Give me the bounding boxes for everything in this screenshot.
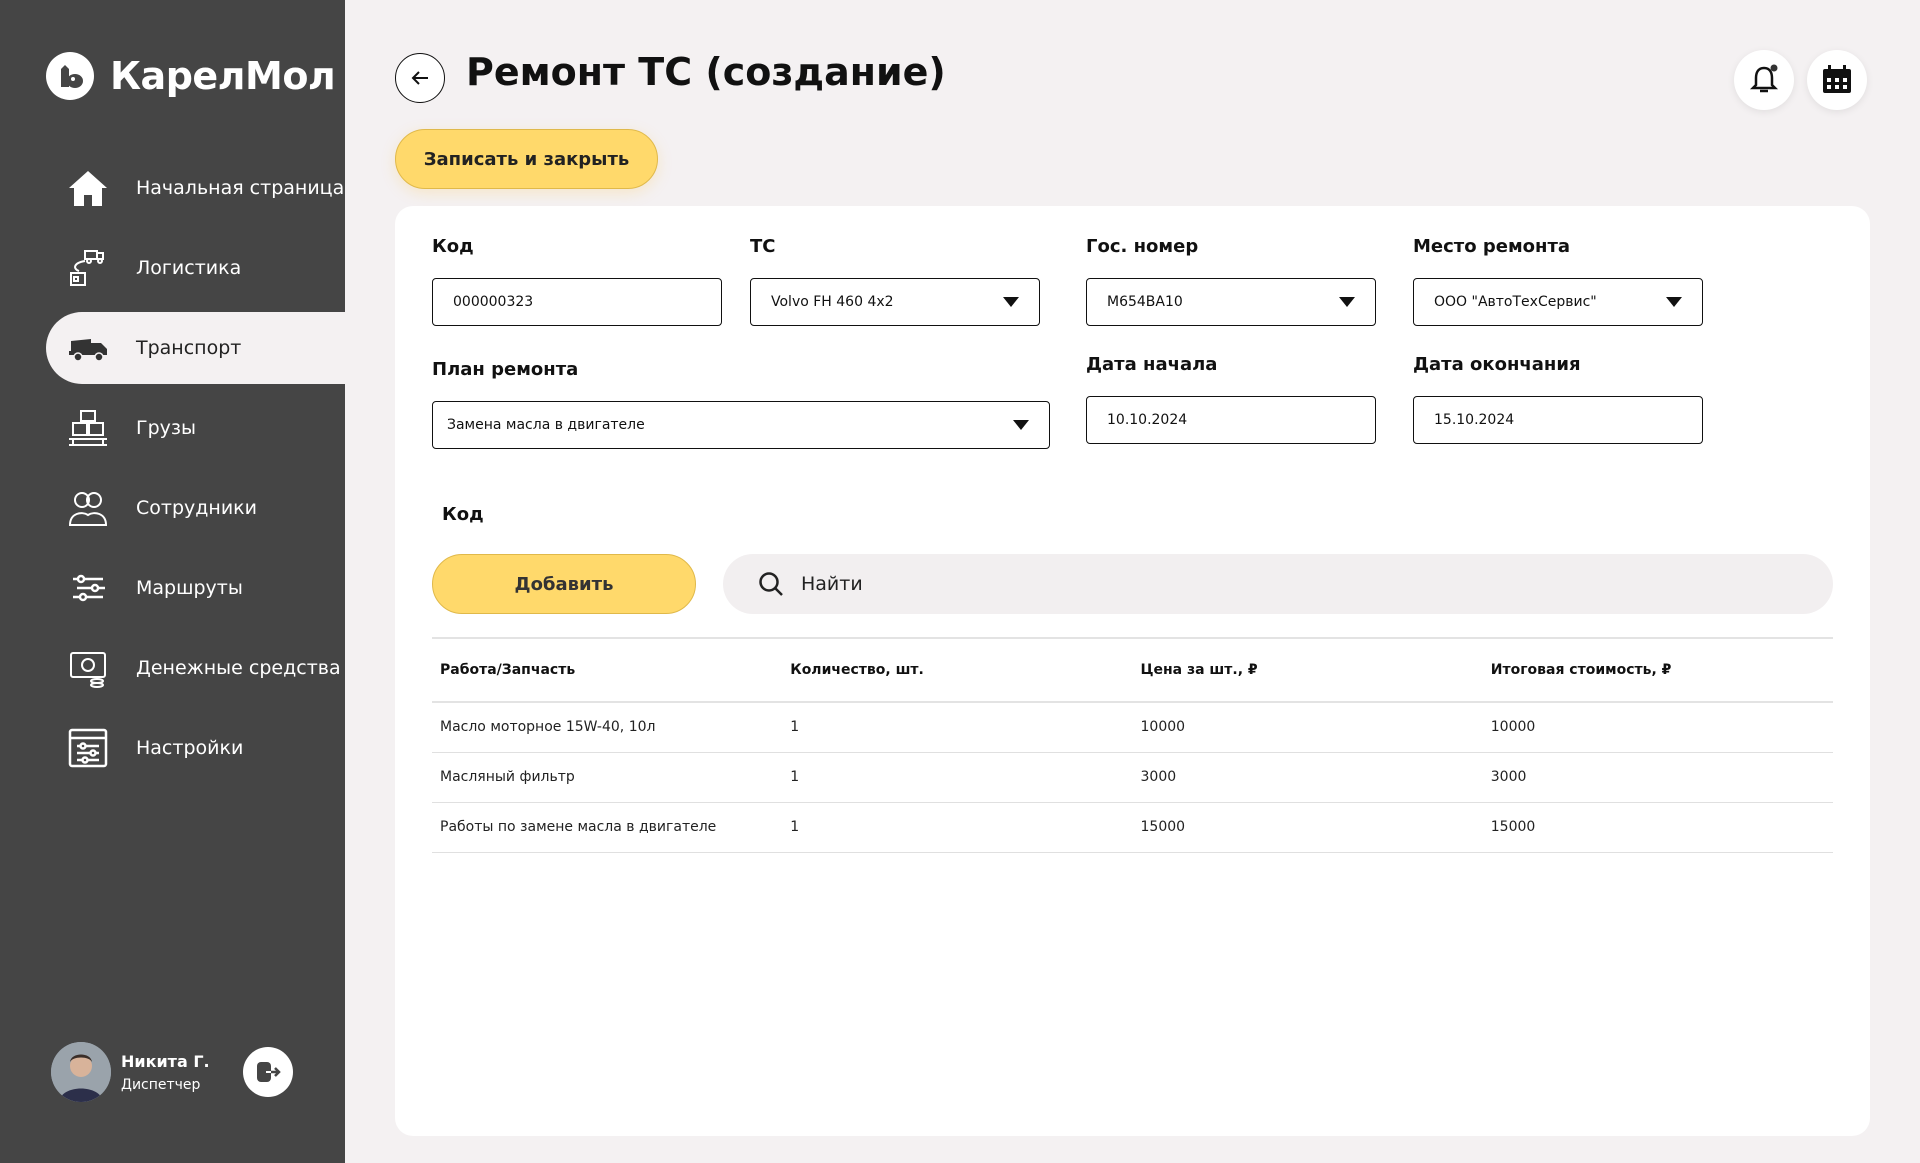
table-row[interactable]: Работы по замене масла в двигателе 1 150… (432, 802, 1833, 853)
table-cell: 3000 (1482, 752, 1833, 803)
employees-icon (66, 486, 110, 530)
sidebar-item-home[interactable]: Начальная страница (46, 152, 345, 224)
table-cell: 10000 (1482, 702, 1833, 753)
table-cell: Масляный фильтр (432, 752, 783, 803)
app-name: КарелМол (110, 54, 336, 98)
end-date-value: 15.10.2024 (1434, 412, 1515, 428)
logo[interactable]: КарелМол (46, 52, 336, 100)
table-cell: 15000 (1482, 802, 1833, 853)
items-section-title: Код (442, 504, 484, 525)
logistics-icon (66, 246, 110, 290)
table-cell: Работы по замене масла в двигателе (432, 802, 783, 853)
caret-down-icon (1003, 297, 1019, 307)
sidebar: КарелМол Начальная страница Логистика Тр… (0, 0, 345, 1163)
end-date-field[interactable]: 15.10.2024 (1413, 396, 1703, 444)
place-label: Место ремонта (1413, 236, 1571, 257)
start-date-value: 10.10.2024 (1107, 412, 1188, 428)
notifications-button[interactable] (1734, 50, 1794, 110)
sidebar-item-logistics[interactable]: Логистика (46, 232, 345, 304)
money-icon (66, 646, 110, 690)
vehicle-select[interactable]: Volvo FH 460 4x2 (750, 278, 1040, 326)
table-cell: 10000 (1132, 702, 1483, 753)
vehicle-label: ТС (750, 236, 776, 257)
sidebar-item-label: Грузы (136, 417, 196, 439)
bell-icon (1749, 64, 1779, 93)
user-name: Никита Г. (121, 1051, 210, 1071)
caret-down-icon (1013, 420, 1029, 430)
search-input[interactable]: Найти (723, 554, 1833, 614)
milk-logo-icon (46, 52, 94, 100)
plan-label: План ремонта (432, 359, 579, 380)
truck-icon (66, 326, 110, 370)
code-field[interactable]: 000000323 (432, 278, 722, 326)
caret-down-icon (1666, 297, 1682, 307)
sidebar-item-label: Транспорт (136, 337, 242, 359)
calendar-button[interactable] (1807, 50, 1867, 110)
sidebar-item-label: Сотрудники (136, 497, 257, 519)
table-row[interactable]: Масляный фильтр 1 3000 3000 (432, 752, 1833, 803)
start-date-label: Дата начала (1086, 354, 1218, 375)
sidebar-item-label: Маршруты (136, 577, 243, 599)
sidebar-nav: Начальная страница Логистика Транспорт Г… (46, 152, 345, 792)
user-profile[interactable]: Никита Г. Диспетчер (51, 1042, 210, 1102)
sidebar-item-label: Денежные средства (136, 657, 341, 679)
user-info: Никита Г. Диспетчер (121, 1052, 210, 1093)
column-header[interactable]: Итоговая стоимость, ₽ (1482, 637, 1833, 703)
user-role: Диспетчер (121, 1076, 201, 1093)
table-row[interactable]: Масло моторное 15W-40, 10л 1 10000 10000 (432, 702, 1833, 753)
code-value: 000000323 (453, 294, 534, 310)
column-header[interactable]: Работа/Запчасть (432, 637, 783, 703)
column-header[interactable]: Цена за шт., ₽ (1132, 637, 1483, 703)
sidebar-item-transport[interactable]: Транспорт (46, 312, 345, 384)
repair-form-card: Код 000000323 ТС Volvo FH 460 4x2 Гос. н… (395, 206, 1870, 1136)
avatar (51, 1042, 111, 1102)
end-date-label: Дата окончания (1413, 354, 1581, 375)
column-header[interactable]: Количество, шт. (782, 637, 1133, 703)
items-table: Работа/Запчасть Количество, шт. Цена за … (432, 637, 1833, 853)
sidebar-item-employees[interactable]: Сотрудники (46, 472, 345, 544)
table-cell: Масло моторное 15W-40, 10л (432, 702, 783, 753)
routes-icon (66, 566, 110, 610)
table-cell: 15000 (1132, 802, 1483, 853)
caret-down-icon (1339, 297, 1355, 307)
back-button[interactable] (395, 53, 445, 103)
sidebar-item-money[interactable]: Денежные средства (46, 632, 345, 704)
arrow-left-icon (411, 71, 428, 85)
home-icon (66, 166, 110, 210)
search-placeholder: Найти (801, 573, 863, 595)
place-select[interactable]: ООО "АвтоТехСервис" (1413, 278, 1703, 326)
plate-label: Гос. номер (1086, 236, 1199, 257)
sidebar-item-label: Настройки (136, 737, 244, 759)
vehicle-value: Volvo FH 460 4x2 (771, 294, 894, 310)
table-cell: 1 (782, 702, 1133, 753)
table-header-row: Работа/Запчасть Количество, шт. Цена за … (432, 637, 1833, 703)
logout-icon (257, 1062, 281, 1082)
save-and-close-button[interactable]: Записать и закрыть (395, 129, 658, 189)
page-title: Ремонт ТС (создание) (466, 50, 946, 94)
plate-value: М654ВА10 (1107, 294, 1183, 310)
logout-button[interactable] (243, 1047, 293, 1097)
plate-select[interactable]: М654ВА10 (1086, 278, 1376, 326)
sidebar-item-cargo[interactable]: Грузы (46, 392, 345, 464)
sidebar-item-label: Начальная страница (136, 177, 345, 199)
start-date-field[interactable]: 10.10.2024 (1086, 396, 1376, 444)
table-cell: 1 (782, 802, 1133, 853)
sidebar-item-settings[interactable]: Настройки (46, 712, 345, 784)
plan-select[interactable]: Замена масла в двигателе (432, 401, 1050, 449)
add-item-button[interactable]: Добавить (432, 554, 696, 614)
calendar-icon (1823, 65, 1851, 93)
sidebar-item-routes[interactable]: Маршруты (46, 552, 345, 624)
table-cell: 1 (782, 752, 1133, 803)
table-cell: 3000 (1132, 752, 1483, 803)
sidebar-item-label: Логистика (136, 257, 242, 279)
plan-value: Замена масла в двигателе (447, 417, 645, 433)
place-value: ООО "АвтоТехСервис" (1434, 294, 1597, 310)
search-icon (759, 572, 783, 596)
code-label: Код (432, 236, 474, 257)
settings-icon (66, 726, 110, 770)
cargo-icon (66, 406, 110, 450)
